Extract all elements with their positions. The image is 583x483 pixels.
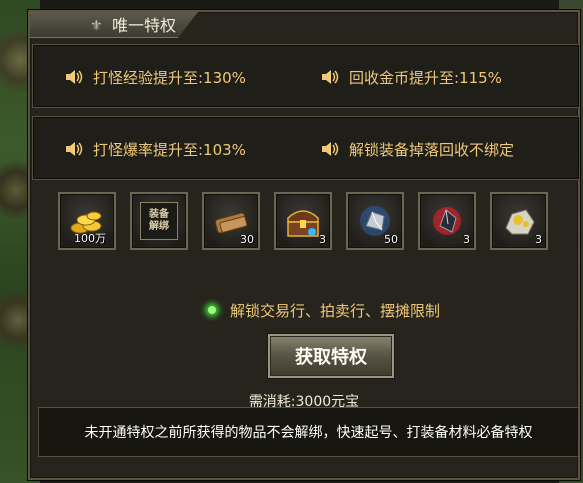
window-title: 唯一特权 [112, 16, 177, 35]
speaker-icon [65, 69, 83, 85]
notice-text: 未开通特权之前所获得的物品不会解绑，快速起号、打装备材料必备特权 [84, 425, 533, 441]
item-quantity: 50 [384, 233, 398, 246]
speaker-icon [65, 141, 83, 157]
perk-text: 打怪爆率提升至:103% [93, 140, 246, 159]
item-slot-stone[interactable]: 50 [346, 192, 404, 250]
item-quantity: 3 [319, 233, 326, 246]
notice-bar: 未开通特权之前所获得的物品不会解绑，快速起号、打装备材料必备特权 [38, 407, 579, 457]
item-quantity: 100万 [74, 232, 106, 245]
red-crystal-icon [433, 207, 461, 235]
perk-item: 解锁装备掉落回收不绑定 [321, 138, 514, 160]
item-slot-scroll[interactable]: 30 [202, 192, 260, 250]
perk-item: 打怪爆率提升至:103% [65, 138, 246, 160]
unlock-line: 解锁交易行、拍卖行、摆摊限制 [208, 299, 440, 321]
gold-ore-icon [505, 209, 535, 235]
item-slot-crystal[interactable]: 3 [418, 192, 476, 250]
item-slot-unbind[interactable]: 装备解绑 [130, 192, 188, 250]
title-bar: ⚜ 唯一特权 [30, 12, 198, 38]
perk-item: 打怪经验提升至:130% [65, 66, 246, 88]
unlock-text: 解锁交易行、拍卖行、摆摊限制 [230, 301, 441, 320]
perk-panel-1: 打怪经验提升至:130% 回收金币提升至:115% [32, 44, 580, 108]
perk-item: 回收金币提升至:115% [321, 66, 502, 88]
item-quantity: 3 [463, 233, 470, 246]
item-slot-chest[interactable]: 3 [274, 192, 332, 250]
reward-items: 100万 装备解绑 30 3 50 3 3 [58, 192, 558, 254]
perk-text: 打怪经验提升至:130% [93, 68, 246, 87]
perk-panel-2: 打怪爆率提升至:103% 解锁装备掉落回收不绑定 [32, 116, 580, 180]
item-slot-gold[interactable]: 100万 [58, 192, 116, 250]
speaker-icon [321, 141, 339, 157]
treasure-chest-icon [287, 210, 319, 237]
perk-text: 解锁装备掉落回收不绑定 [349, 140, 515, 159]
unbind-scroll-label: 装备解绑 [149, 209, 169, 232]
speaker-icon [321, 69, 339, 85]
item-slot-ore[interactable]: 3 [490, 192, 548, 250]
item-quantity: 3 [535, 233, 542, 246]
equip-unbind-scroll-icon: 装备解绑 [140, 202, 178, 240]
item-quantity: 30 [240, 233, 254, 246]
perk-text: 回收金币提升至:115% [349, 68, 502, 87]
get-privilege-button[interactable]: 获取特权 [268, 334, 394, 378]
window-icon: ⚜ [90, 18, 103, 34]
bullet-glow-icon [208, 306, 216, 314]
